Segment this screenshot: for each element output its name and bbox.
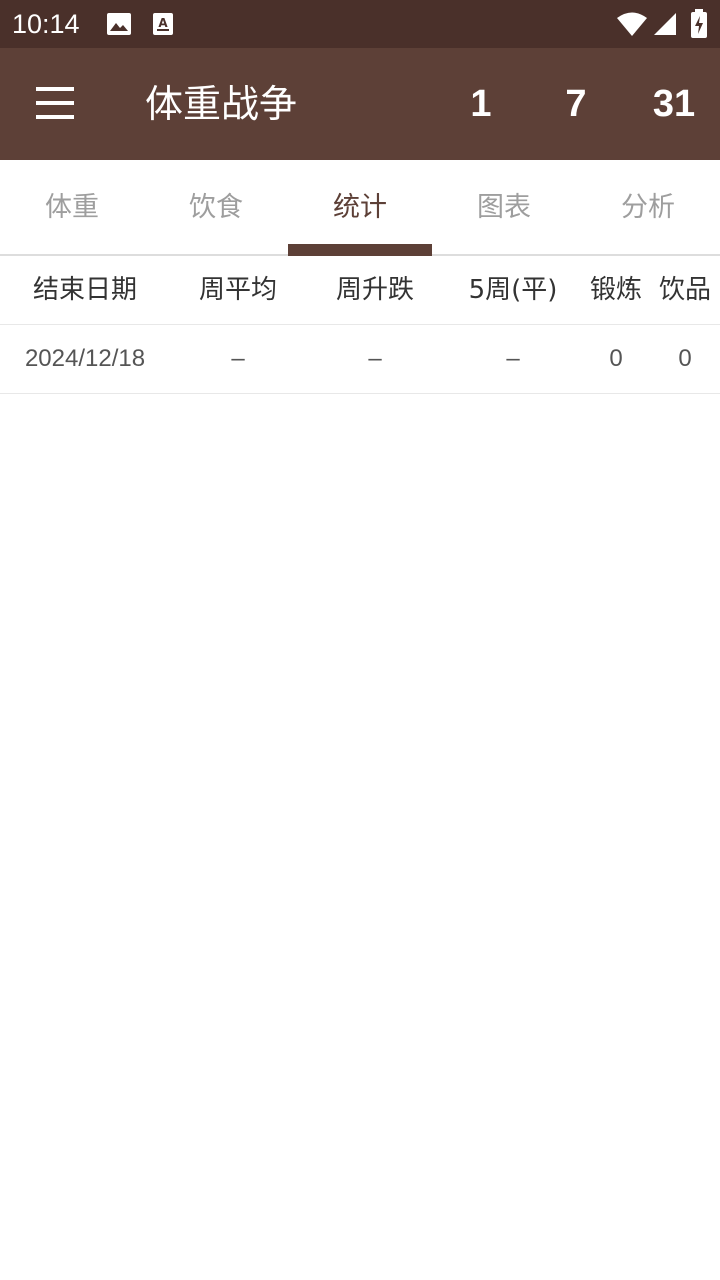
header-drinks: 饮品 [658,275,711,305]
counter-1: 1 [470,83,492,125]
image-icon [106,12,132,40]
status-bar: 10:14 A [0,0,720,48]
status-time: 10:14 [12,9,80,39]
tab-bar: 体重 饮食 统计 图表 分析 [0,160,720,256]
cell-weekly-change: – [368,345,382,372]
tab-diet[interactable]: 饮食 [144,160,288,256]
counter-2: 7 [565,83,587,125]
menu-icon [36,87,74,91]
table-header: 结束日期 周平均 周升跌 5周(平) 锻炼 饮品 [0,256,720,325]
app-title: 体重战争 [145,82,298,126]
header-weekly-change: 周升跌 [335,275,414,305]
tab-statistics[interactable]: 统计 [288,160,432,256]
header-five-week-average: 5周(平) [468,275,558,305]
cell-exercise: 0 [609,345,623,372]
tab-analysis[interactable]: 分析 [576,160,720,256]
tab-chart[interactable]: 图表 [432,160,576,256]
tab-weight[interactable]: 体重 [0,160,144,256]
app-bar: 体重战争 1 7 31 [0,48,720,160]
tab-indicator [288,244,432,256]
signal-icon [652,12,678,40]
menu-button[interactable] [26,74,86,134]
header-end-date: 结束日期 [32,275,137,305]
cell-drinks: 0 [678,345,692,372]
table-row[interactable]: 2024/12/18 – – – 0 0 [0,325,720,394]
cell-five-week-average: – [506,345,520,372]
svg-text:A: A [158,16,168,30]
wifi-icon [616,11,648,41]
battery-charging-icon [690,9,708,43]
text-a-icon: A [152,12,174,40]
header-exercise: 锻炼 [589,275,642,305]
header-weekly-average: 周平均 [198,275,277,305]
cell-weekly-average: – [231,345,245,372]
cell-end-date: 2024/12/18 [24,345,146,372]
counter-3: 31 [652,83,696,125]
